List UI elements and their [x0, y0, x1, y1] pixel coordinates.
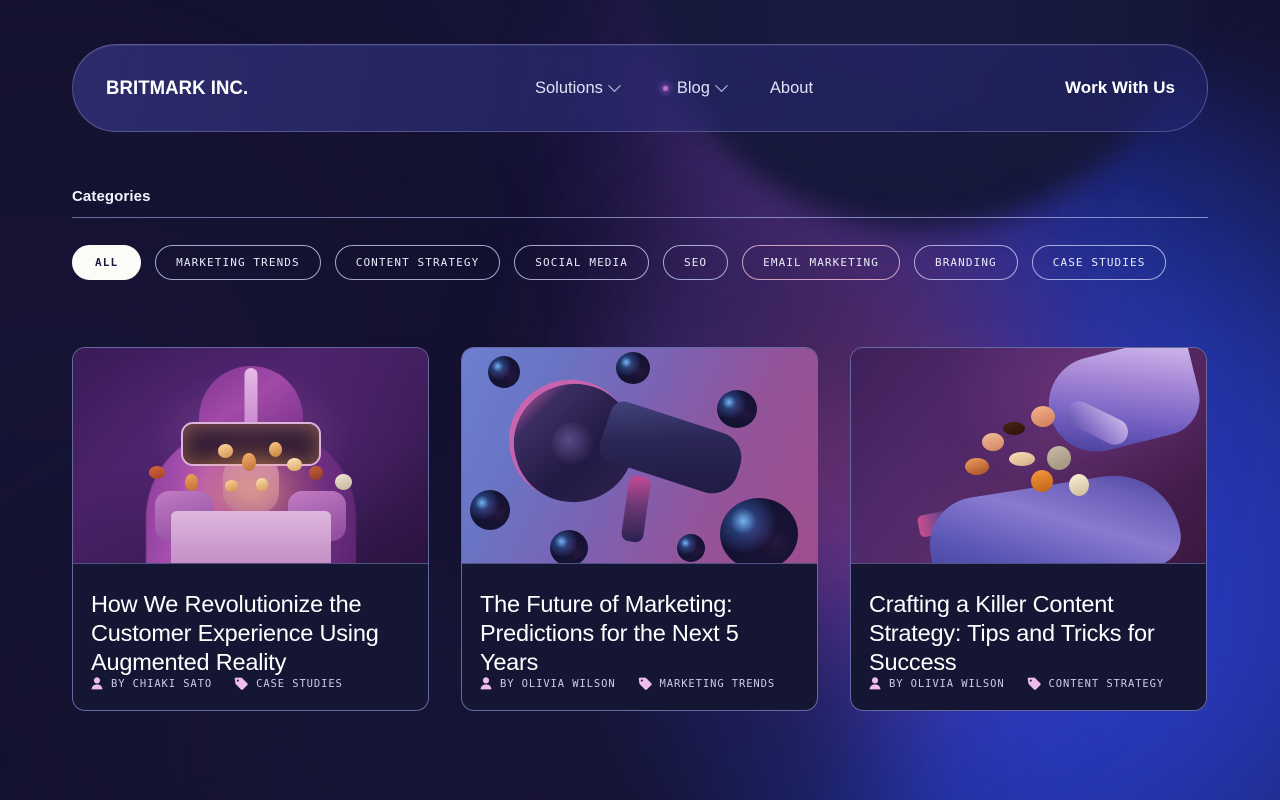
- thumbnail-art-hands-coins: [851, 348, 1206, 563]
- blog-post-card[interactable]: How We Revolutionize the Customer Experi…: [72, 347, 429, 711]
- main-navbar: BRITMARK INC. Solutions Blog About Work …: [72, 44, 1208, 132]
- post-author: BY OLIVIA WILSON: [480, 677, 616, 690]
- chevron-down-icon: [608, 78, 621, 92]
- post-category-label: CASE STUDIES: [256, 677, 343, 690]
- person-icon: [480, 677, 492, 690]
- post-author-label: BY OLIVIA WILSON: [500, 677, 616, 690]
- person-icon: [869, 677, 881, 690]
- category-pill-marketing-trends[interactable]: MARKETING TRENDS: [155, 245, 321, 280]
- nav-item-label: About: [769, 78, 814, 97]
- category-pill-seo[interactable]: SEO: [662, 245, 729, 280]
- post-meta: BY CHIAKI SATO CASE STUDIES: [91, 677, 410, 710]
- category-pill-email-marketing[interactable]: EMAIL MARKETING: [742, 245, 900, 280]
- chevron-down-icon: [715, 78, 728, 92]
- tag-icon: [1027, 677, 1041, 690]
- post-body: How We Revolutionize the Customer Experi…: [73, 564, 428, 710]
- blog-post-card[interactable]: Crafting a Killer Content Strategy: Tips…: [850, 347, 1207, 711]
- category-pill-all[interactable]: ALL: [72, 245, 142, 280]
- post-thumbnail: [73, 348, 428, 564]
- thumbnail-art-megaphone: [462, 348, 817, 563]
- post-body: The Future of Marketing: Predictions for…: [462, 564, 817, 710]
- tag-icon: [638, 677, 652, 690]
- nav-item-blog[interactable]: Blog: [641, 79, 748, 98]
- post-category-label: MARKETING TRENDS: [659, 677, 776, 690]
- categories-section: Categories ALL MARKETING TRENDS CONTENT …: [72, 188, 1208, 280]
- category-filter-list: ALL MARKETING TRENDS CONTENT STRATEGY SO…: [72, 245, 1208, 280]
- post-thumbnail: [462, 348, 817, 564]
- post-category: CASE STUDIES: [234, 677, 343, 690]
- nav-item-about[interactable]: About: [748, 79, 835, 98]
- categories-heading: Categories: [72, 188, 151, 205]
- nav-item-label: Solutions: [535, 78, 603, 97]
- category-pill-branding[interactable]: BRANDING: [913, 245, 1018, 280]
- post-category: CONTENT STRATEGY: [1027, 677, 1165, 690]
- nav-item-solutions[interactable]: Solutions: [513, 79, 641, 98]
- person-icon: [91, 677, 103, 690]
- post-meta: BY OLIVIA WILSON CONTENT STRATEGY: [869, 677, 1188, 710]
- category-pill-content-strategy[interactable]: CONTENT STRATEGY: [334, 245, 501, 280]
- category-pill-case-studies[interactable]: CASE STUDIES: [1031, 245, 1167, 280]
- post-author: BY CHIAKI SATO: [91, 677, 212, 690]
- active-dot-icon: [662, 85, 668, 91]
- category-pill-social-media[interactable]: SOCIAL MEDIA: [514, 245, 649, 280]
- post-category-label: CONTENT STRATEGY: [1048, 677, 1165, 690]
- post-author-label: BY OLIVIA WILSON: [889, 677, 1005, 690]
- nav-links: Solutions Blog About: [513, 79, 835, 98]
- post-author: BY OLIVIA WILSON: [869, 677, 1005, 690]
- post-category: MARKETING TRENDS: [638, 677, 776, 690]
- post-thumbnail: [851, 348, 1206, 564]
- work-with-us-button[interactable]: Work With Us: [1065, 78, 1175, 98]
- post-title: How We Revolutionize the Customer Experi…: [91, 591, 379, 675]
- categories-divider: [72, 217, 1208, 218]
- post-author-label: BY CHIAKI SATO: [111, 677, 213, 690]
- post-title: Crafting a Killer Content Strategy: Tips…: [869, 591, 1155, 675]
- blog-post-grid: How We Revolutionize the Customer Experi…: [72, 347, 1208, 711]
- post-body: Crafting a Killer Content Strategy: Tips…: [851, 564, 1206, 710]
- post-title: The Future of Marketing: Predictions for…: [480, 591, 739, 675]
- nav-item-label: Blog: [676, 78, 710, 97]
- blog-post-card[interactable]: The Future of Marketing: Predictions for…: [461, 347, 818, 711]
- post-meta: BY OLIVIA WILSON MARKETING TRENDS: [480, 677, 799, 710]
- brand-logo[interactable]: BRITMARK INC.: [106, 77, 248, 100]
- tag-icon: [234, 677, 248, 690]
- page-root: BRITMARK INC. Solutions Blog About Work …: [0, 0, 1280, 800]
- thumbnail-art-vr-person: [73, 348, 428, 563]
